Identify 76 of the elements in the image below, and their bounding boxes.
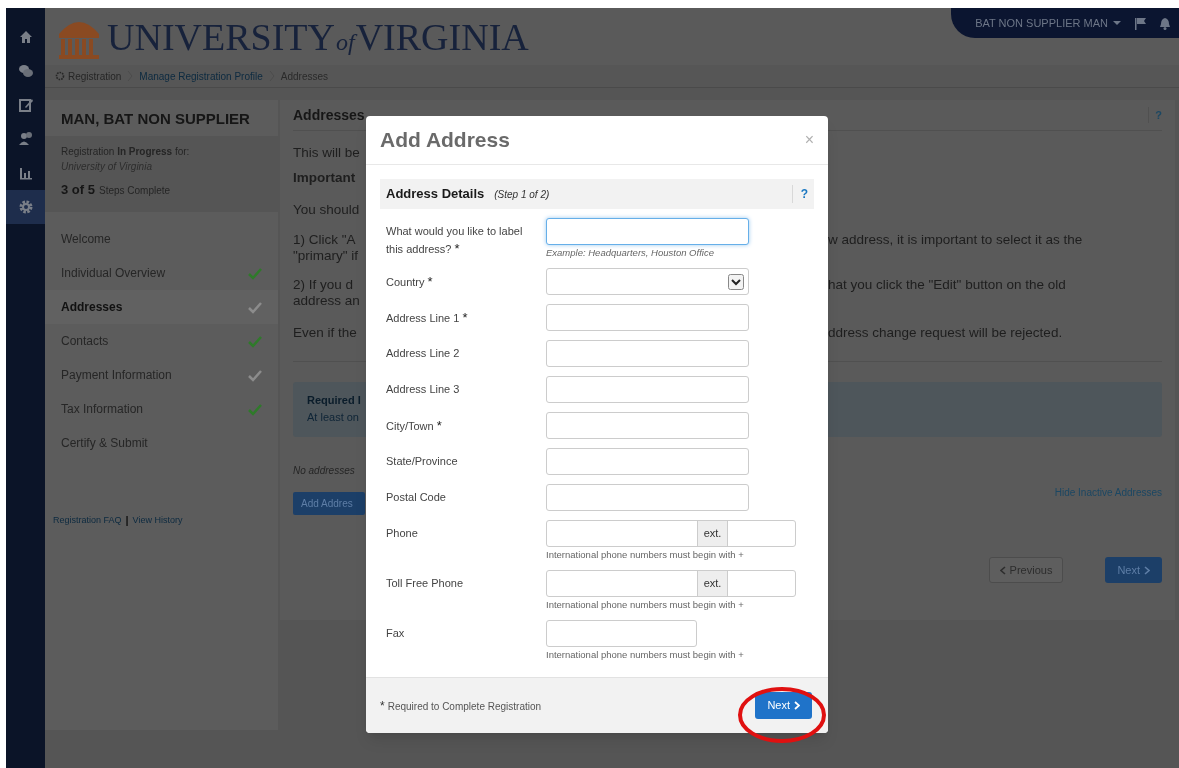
help-link[interactable]: ? [791, 185, 808, 203]
ext-label: ext. [697, 571, 728, 596]
text-field[interactable] [546, 218, 749, 245]
settings-icon [17, 199, 34, 215]
faq-link[interactable]: Registration FAQ [53, 513, 122, 527]
text-field[interactable] [546, 376, 749, 403]
phone-field[interactable]: ext. [546, 520, 796, 547]
logo-text: VIRGINIA [355, 14, 529, 59]
field-label: Phone [386, 526, 419, 541]
chevron-left-icon [999, 565, 1006, 575]
text-field[interactable] [546, 484, 749, 511]
progress-count: 3 of 5 [61, 181, 95, 199]
field-label: City/Town * [386, 417, 443, 435]
paragraph-text: This will be [293, 145, 360, 160]
field-label: Country * [386, 273, 434, 291]
text-field[interactable] [546, 620, 697, 647]
breadcrumb-link[interactable]: Manage Registration Profile [139, 68, 263, 84]
logo-text: of [335, 23, 356, 60]
paragraph-text: You should [293, 202, 360, 217]
paragraph-text: 1) Click "A [293, 232, 356, 247]
paragraph-text: address an [293, 293, 360, 308]
nav-button[interactable] [6, 190, 45, 224]
edit-icon [17, 97, 34, 113]
panel-title: Addresses [293, 105, 365, 125]
text-field[interactable] [546, 412, 749, 439]
step-item[interactable]: Addresses [45, 290, 278, 324]
notice-title: Required I [307, 393, 361, 408]
settings-icon [55, 71, 65, 81]
chevron-right-icon [1144, 565, 1150, 575]
history-link[interactable]: View History [132, 513, 183, 527]
logo-text: UNIVERSITY [107, 14, 335, 59]
chart-icon [17, 165, 34, 181]
ext-label: ext. [697, 521, 728, 546]
paragraph-text: ddress change request will be rejected. [828, 325, 1063, 341]
section-title: Address Details [386, 185, 485, 204]
field-label: What would you like to label this address? * [386, 224, 524, 258]
required-mark: * [380, 697, 385, 715]
link-separator: | [125, 513, 129, 528]
close-button[interactable]: × [804, 128, 814, 152]
modal-title: Add Address [380, 127, 510, 154]
paragraph-text: hat you click the "Edit" button on the old [828, 277, 1066, 293]
paragraph-text: Important [293, 170, 356, 185]
field-hint: International phone numbers must begin with + [546, 549, 745, 561]
caret-icon [1112, 19, 1122, 27]
notification-bell-icon[interactable] [1159, 16, 1171, 30]
help-link[interactable]: ? [1148, 106, 1162, 124]
field-label: Address Line 2 [386, 346, 461, 361]
field-hint: International phone numbers must begin with + [546, 649, 744, 661]
text-field[interactable] [546, 304, 749, 331]
country-select[interactable] [546, 268, 749, 295]
paragraph-text: Even if the [293, 325, 357, 340]
field-label: State/Province [386, 454, 459, 469]
field-label: Address Line 1 * [386, 309, 469, 327]
field-label: Toll Free Phone [386, 576, 465, 591]
text-field[interactable] [546, 448, 749, 475]
field-label: Fax [386, 626, 406, 641]
phone-field[interactable]: ext. [546, 570, 796, 597]
step-indicator: (Step 1 of 2) [494, 188, 550, 203]
profile-name: MAN, BAT NON SUPPLIER [60, 109, 251, 129]
add-address-button[interactable]: Add Addres [293, 492, 365, 515]
notice-text: At least on [307, 409, 359, 425]
field-label: Postal Code [386, 490, 447, 505]
field-hint: Example: Headquarters, Houston Office [546, 247, 715, 259]
paragraph-text: "primary" if [293, 248, 359, 263]
text-field[interactable] [546, 340, 749, 367]
people-icon [17, 131, 34, 147]
dropdown-icon [728, 273, 744, 290]
paragraph-text: 2) If you d [293, 277, 354, 292]
field-hint: International phone numbers must begin with + [546, 599, 745, 611]
next-button[interactable]: Next [1105, 557, 1162, 583]
flag-icon[interactable] [1134, 16, 1147, 30]
field-label: Address Line 3 [386, 382, 461, 397]
chevron-right-icon [794, 701, 800, 710]
chat-icon [17, 63, 34, 79]
footer-note: Required to Complete Registration [387, 699, 542, 714]
next-button[interactable]: Next [755, 692, 812, 719]
